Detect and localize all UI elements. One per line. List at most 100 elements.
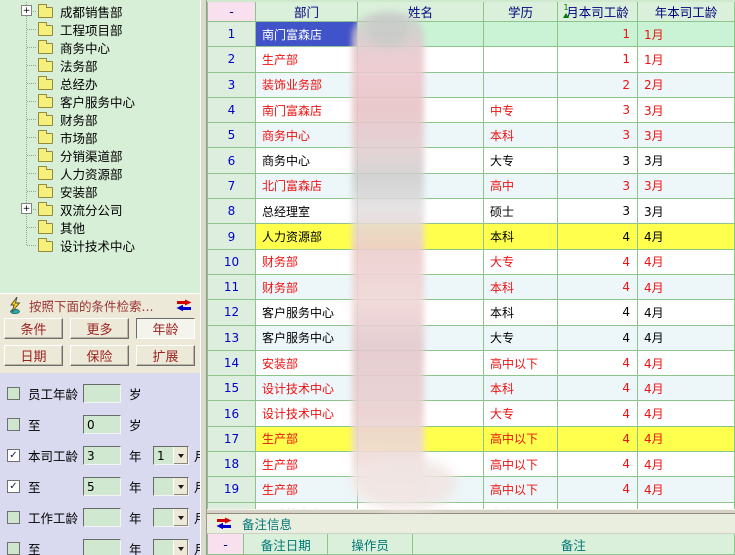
dept-cell[interactable]: 设计技术中心: [256, 376, 358, 401]
edu-cell[interactable]: 硕士: [484, 199, 558, 224]
tree-item[interactable]: + 成都销售部: [0, 2, 200, 20]
dept-cell[interactable]: 财务部: [256, 275, 358, 300]
filter-tab-button[interactable]: 日期: [4, 345, 63, 366]
filter-tab-button[interactable]: 条件: [4, 318, 63, 339]
column-header-month[interactable]: 1 月本司工龄: [558, 2, 638, 22]
month-tenure-cell[interactable]: 2: [558, 73, 638, 98]
panel-splitter[interactable]: [200, 0, 207, 555]
dept-cell[interactable]: 商务中心: [256, 123, 358, 148]
year-tenure-cell[interactable]: 4月: [638, 452, 735, 477]
month-tenure-cell[interactable]: 1: [558, 47, 638, 72]
name-cell[interactable]: [358, 351, 484, 376]
month-dropdown[interactable]: [153, 508, 189, 527]
name-cell[interactable]: [358, 401, 484, 426]
month-tenure-cell[interactable]: 4: [558, 452, 638, 477]
year-tenure-cell[interactable]: 3月: [638, 199, 735, 224]
filter-tab-button[interactable]: 保险: [70, 345, 129, 366]
name-cell[interactable]: [358, 148, 484, 173]
month-tenure-cell[interactable]: 4: [558, 427, 638, 452]
dept-cell[interactable]: 南门富森店: [256, 98, 358, 123]
year-tenure-cell[interactable]: 3月: [638, 123, 735, 148]
table-row[interactable]: 6 商务中心 大专 3 3月: [207, 148, 735, 173]
filter-value-input[interactable]: [83, 384, 121, 403]
month-tenure-cell[interactable]: 3: [558, 174, 638, 199]
edu-cell[interactable]: 高中以下: [484, 477, 558, 502]
edu-cell[interactable]: 本科: [484, 376, 558, 401]
name-cell[interactable]: [358, 73, 484, 98]
name-cell[interactable]: [358, 326, 484, 351]
year-tenure-cell[interactable]: 4月: [638, 300, 735, 325]
name-cell[interactable]: [358, 275, 484, 300]
tree-item-label[interactable]: 其他: [60, 218, 85, 237]
name-cell[interactable]: [358, 452, 484, 477]
edu-cell[interactable]: 中专: [484, 98, 558, 123]
table-row[interactable]: 18 生产部 高中以下 4 4月: [207, 452, 735, 477]
table-row[interactable]: 7 北门富森店 高中 3 3月: [207, 174, 735, 199]
month-tenure-cell[interactable]: 1: [558, 22, 638, 47]
edu-cell[interactable]: 本科: [484, 300, 558, 325]
dept-cell[interactable]: 南门富森店: [256, 22, 358, 47]
table-row[interactable]: 15 设计技术中心 本科 4 4月: [207, 376, 735, 401]
row-number-cell[interactable]: 16: [207, 401, 256, 426]
dept-cell[interactable]: 客户服务中心: [256, 326, 358, 351]
edu-cell[interactable]: 本科: [484, 123, 558, 148]
name-cell[interactable]: [358, 224, 484, 249]
notes-column-header-num[interactable]: -: [207, 534, 244, 555]
tree-item[interactable]: + 客户服务中心: [0, 92, 200, 110]
month-tenure-cell[interactable]: 4: [558, 250, 638, 275]
edu-cell[interactable]: 高中: [484, 174, 558, 199]
month-dropdown-value[interactable]: [154, 509, 173, 526]
row-number-cell[interactable]: 7: [207, 174, 256, 199]
month-dropdown[interactable]: 1: [153, 446, 189, 465]
tree-item-label[interactable]: 法务部: [60, 56, 98, 75]
filter-tab-button[interactable]: 更多: [70, 318, 129, 339]
month-tenure-cell[interactable]: 3: [558, 98, 638, 123]
tree-item[interactable]: + 人力资源部: [0, 164, 200, 182]
tree-item-label[interactable]: 双流分公司: [60, 200, 123, 219]
tree-item[interactable]: + 工程项目部: [0, 20, 200, 38]
tree-item[interactable]: + 财务部: [0, 110, 200, 128]
month-tenure-cell[interactable]: 4: [558, 401, 638, 426]
row-number-cell[interactable]: 15: [207, 376, 256, 401]
filter-value-input[interactable]: 5: [83, 477, 121, 496]
filter-value-input[interactable]: [83, 508, 121, 527]
filter-value-input[interactable]: 0: [83, 415, 121, 434]
dropdown-arrow-icon[interactable]: [173, 447, 188, 464]
tree-item-label[interactable]: 总经办: [60, 74, 98, 93]
year-tenure-cell[interactable]: 1月: [638, 47, 735, 72]
year-tenure-cell[interactable]: 4月: [638, 326, 735, 351]
month-tenure-cell[interactable]: 4: [558, 326, 638, 351]
dept-cell[interactable]: 生产部: [256, 477, 358, 502]
row-number-cell[interactable]: 1: [207, 22, 256, 47]
name-cell[interactable]: [358, 427, 484, 452]
dept-cell[interactable]: 安装部: [256, 351, 358, 376]
month-dropdown-value[interactable]: [154, 478, 173, 495]
name-cell[interactable]: [358, 22, 484, 47]
year-tenure-cell[interactable]: 3月: [638, 98, 735, 123]
row-number-cell[interactable]: 2: [207, 47, 256, 72]
filter-tab-button[interactable]: 年龄: [136, 318, 195, 339]
dropdown-arrow-icon[interactable]: [173, 540, 188, 555]
tree-item-label[interactable]: 安装部: [60, 182, 98, 201]
dropdown-arrow-icon[interactable]: [173, 509, 188, 526]
tree-item[interactable]: + 设计技术中心: [0, 236, 200, 254]
column-header-year[interactable]: 年本司工龄: [638, 2, 735, 22]
notes-column-header-note[interactable]: 备注: [413, 534, 735, 555]
month-tenure-cell[interactable]: 3: [558, 199, 638, 224]
table-row[interactable]: 12 客户服务中心 本科 4 4月: [207, 300, 735, 325]
tree-item[interactable]: + 商务中心: [0, 38, 200, 56]
dept-cell[interactable]: 装饰业务部: [256, 73, 358, 98]
table-row[interactable]: 8 总经理室 硕士 3 3月: [207, 199, 735, 224]
year-tenure-cell[interactable]: 4月: [638, 477, 735, 502]
dept-cell[interactable]: 客户服务中心: [256, 300, 358, 325]
tree-item[interactable]: + 分销渠道部: [0, 146, 200, 164]
row-number-cell[interactable]: 18: [207, 452, 256, 477]
month-tenure-cell[interactable]: 3: [558, 148, 638, 173]
year-tenure-cell[interactable]: 3月: [638, 174, 735, 199]
row-number-cell[interactable]: 10: [207, 250, 256, 275]
filter-checkbox[interactable]: [7, 418, 20, 431]
month-dropdown[interactable]: [153, 539, 189, 555]
row-number-cell[interactable]: 6: [207, 148, 256, 173]
row-number-cell[interactable]: 5: [207, 123, 256, 148]
dept-cell[interactable]: 财务部: [256, 250, 358, 275]
